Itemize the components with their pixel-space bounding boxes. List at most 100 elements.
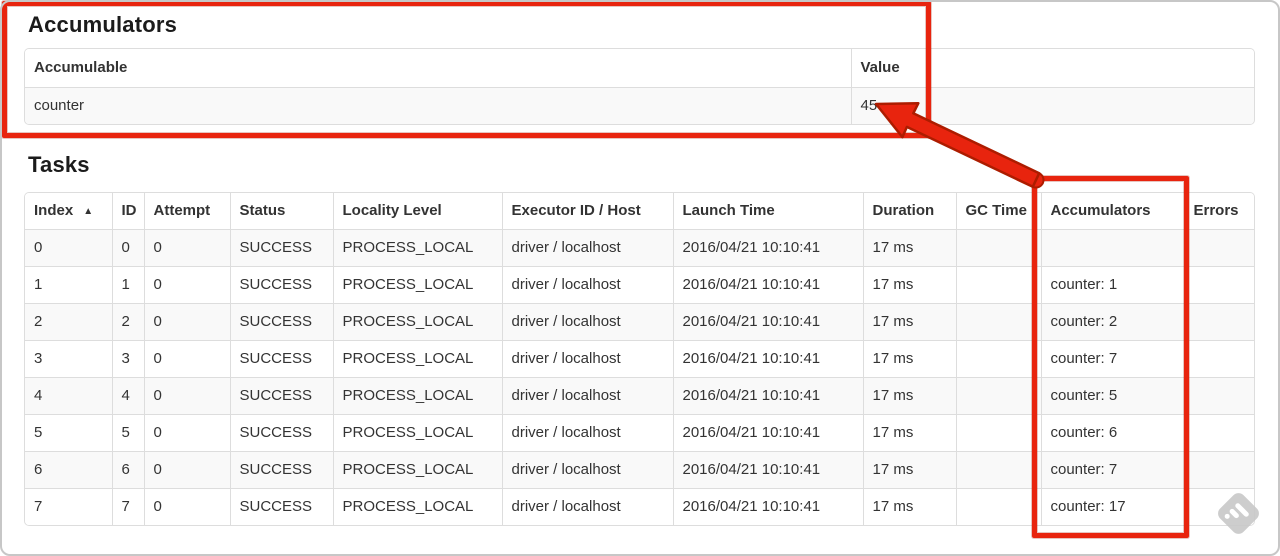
cell-status: SUCCESS [230,229,334,267]
tasks-tbody: 0 0 0 SUCCESS PROCESS_LOCAL driver / loc… [25,229,1254,525]
column-header-accumulators[interactable]: Accumulators [1041,193,1185,230]
cell-errors [1184,414,1254,452]
task-row: 2 2 0 SUCCESS PROCESS_LOCAL driver / loc… [25,303,1254,341]
tasks-heading: Tasks [28,152,90,177]
cell-value: 45 [851,87,1254,124]
cell-index: 1 [25,266,113,304]
cell-attempt: 0 [144,377,231,415]
cell-attempt: 0 [144,451,231,489]
cell-launch-time: 2016/04/21 10:10:41 [673,451,864,489]
column-header-accumulable: Accumulable [25,49,852,88]
cell-status: SUCCESS [230,414,334,452]
cell-index: 2 [25,303,113,341]
cell-attempt: 0 [144,303,231,341]
cell-status: SUCCESS [230,377,334,415]
cell-status: SUCCESS [230,303,334,341]
cell-attempt: 0 [144,229,231,267]
column-header-executor-id-host[interactable]: Executor ID / Host [502,193,674,230]
watermark-dot [1223,512,1231,520]
column-header-id[interactable]: ID [112,193,145,230]
cell-status: SUCCESS [230,451,334,489]
cell-attempt: 0 [144,266,231,304]
cell-duration: 17 ms [863,451,957,489]
cell-attempt: 0 [144,340,231,378]
cell-executor-id-host: driver / localhost [502,229,674,267]
column-header-index[interactable]: Index ▲ [25,193,113,230]
cell-locality-level: PROCESS_LOCAL [333,340,503,378]
cell-executor-id-host: driver / localhost [502,377,674,415]
cell-launch-time: 2016/04/21 10:10:41 [673,266,864,304]
accumulators-table: Accumulable Value counter 45 [24,48,1255,125]
cell-locality-level: PROCESS_LOCAL [333,303,503,341]
cell-errors [1184,340,1254,378]
cell-launch-time: 2016/04/21 10:10:41 [673,340,864,378]
tasks-header-row: Index ▲ ID Attempt Status Locality Level … [25,193,1254,230]
cell-locality-level: PROCESS_LOCAL [333,414,503,452]
cell-duration: 17 ms [863,303,957,341]
cell-duration: 17 ms [863,377,957,415]
cell-index: 4 [25,377,113,415]
cell-errors [1184,451,1254,489]
accumulators-header-row: Accumulable Value [25,49,1254,88]
accumulator-row: counter 45 [25,87,1254,124]
cell-attempt: 0 [144,488,231,525]
cell-executor-id-host: driver / localhost [502,303,674,341]
cell-id: 3 [112,340,145,378]
cell-locality-level: PROCESS_LOCAL [333,266,503,304]
cell-accumulators: counter: 17 [1041,488,1185,525]
cell-locality-level: PROCESS_LOCAL [333,488,503,525]
cell-duration: 17 ms [863,340,957,378]
cell-locality-level: PROCESS_LOCAL [333,229,503,267]
task-row: 6 6 0 SUCCESS PROCESS_LOCAL driver / loc… [25,451,1254,489]
column-header-status[interactable]: Status [230,193,334,230]
cell-index: 6 [25,451,113,489]
cell-executor-id-host: driver / localhost [502,451,674,489]
cell-status: SUCCESS [230,488,334,525]
column-header-duration[interactable]: Duration [863,193,957,230]
cell-id: 7 [112,488,145,525]
cell-gc-time [956,414,1042,452]
task-row: 3 3 0 SUCCESS PROCESS_LOCAL driver / loc… [25,340,1254,378]
column-header-launch-time[interactable]: Launch Time [673,193,864,230]
cell-duration: 17 ms [863,488,957,525]
cell-gc-time [956,340,1042,378]
cell-gc-time [956,377,1042,415]
cell-errors [1184,266,1254,304]
cell-locality-level: PROCESS_LOCAL [333,377,503,415]
cell-launch-time: 2016/04/21 10:10:41 [673,414,864,452]
cell-id: 2 [112,303,145,341]
cell-gc-time [956,229,1042,267]
cell-launch-time: 2016/04/21 10:10:41 [673,488,864,525]
cell-executor-id-host: driver / localhost [502,488,674,525]
cell-index: 3 [25,340,113,378]
cell-accumulators: counter: 5 [1041,377,1185,415]
task-row: 5 5 0 SUCCESS PROCESS_LOCAL driver / loc… [25,414,1254,452]
cell-launch-time: 2016/04/21 10:10:41 [673,229,864,267]
cell-index: 0 [25,229,113,267]
cell-index: 5 [25,414,113,452]
cell-id: 5 [112,414,145,452]
cell-accumulators: counter: 7 [1041,451,1185,489]
cell-accumulators: counter: 2 [1041,303,1185,341]
cell-id: 4 [112,377,145,415]
cell-errors [1184,377,1254,415]
column-header-locality-level[interactable]: Locality Level [333,193,503,230]
cell-duration: 17 ms [863,414,957,452]
column-header-value: Value [851,49,1254,88]
task-row: 0 0 0 SUCCESS PROCESS_LOCAL driver / loc… [25,229,1254,267]
cell-id: 0 [112,229,145,267]
column-header-gc-time[interactable]: GC Time [956,193,1042,230]
cell-accumulators: counter: 6 [1041,414,1185,452]
cell-status: SUCCESS [230,340,334,378]
column-header-errors[interactable]: Errors [1184,193,1254,230]
column-header-attempt[interactable]: Attempt [144,193,231,230]
cell-index: 7 [25,488,113,525]
task-row: 1 1 0 SUCCESS PROCESS_LOCAL driver / loc… [25,266,1254,304]
cell-gc-time [956,303,1042,341]
accumulators-heading: Accumulators [28,12,178,37]
cell-launch-time: 2016/04/21 10:10:41 [673,303,864,341]
cell-attempt: 0 [144,414,231,452]
cell-gc-time [956,488,1042,525]
sort-ascending-icon: ▲ [83,206,94,218]
task-row: 4 4 0 SUCCESS PROCESS_LOCAL driver / loc… [25,377,1254,415]
